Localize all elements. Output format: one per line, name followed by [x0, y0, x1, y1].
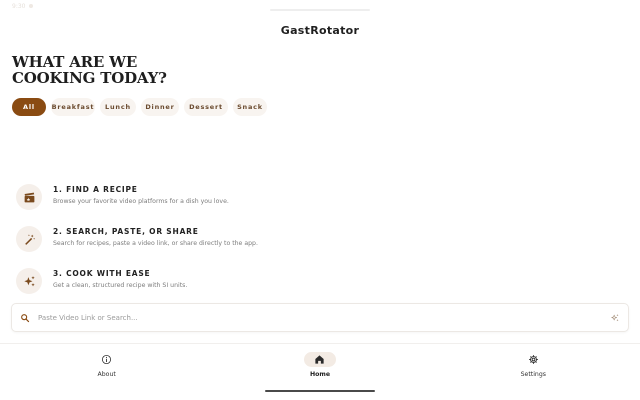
nav-label: Home [309, 371, 331, 378]
search-input[interactable] [38, 313, 610, 322]
status-dot [29, 4, 34, 8]
home-indicator [265, 390, 375, 392]
video-clapper-icon [16, 184, 42, 210]
top-drag-handle [270, 9, 370, 11]
step-item: 2. SEARCH, PASTE, OR SHARE Search for re… [16, 226, 416, 268]
info-icon [91, 352, 123, 367]
app-title: GastRotator [280, 24, 360, 37]
magic-wand-icon [16, 226, 42, 252]
chip-all[interactable]: All [12, 98, 46, 116]
step-title: 3. COOK WITH EASE [53, 269, 151, 278]
gear-icon [517, 352, 549, 367]
step-item: 1. FIND A RECIPE Browse your favorite vi… [16, 184, 416, 226]
step-description: Browse your favorite video platforms for… [53, 198, 229, 205]
chip-lunch[interactable]: Lunch [100, 98, 136, 116]
nav-settings[interactable]: Settings [427, 344, 640, 400]
step-description: Get a clean, structured recipe with SI u… [53, 282, 188, 289]
sparkles-icon [16, 268, 42, 294]
step-description: Search for recipes, paste a video link, … [53, 240, 258, 247]
nav-label: Settings [520, 371, 547, 378]
search-bar [11, 303, 629, 332]
search-icon[interactable] [20, 313, 30, 323]
category-chips: All Breakfast Lunch Dinner Dessert Snack [12, 98, 272, 116]
nav-about[interactable]: About [0, 344, 213, 400]
nav-label: About [97, 371, 116, 378]
status-time: 9:30 [12, 2, 26, 10]
chip-snack[interactable]: Snack [233, 98, 267, 116]
page-headline: WHAT ARE WE COOKING TODAY? [12, 53, 167, 87]
chip-dinner[interactable]: Dinner [141, 98, 179, 116]
step-title: 1. FIND A RECIPE [53, 185, 138, 194]
home-icon [303, 352, 336, 367]
chip-dessert[interactable]: Dessert [184, 98, 228, 116]
step-title: 2. SEARCH, PASTE, OR SHARE [53, 227, 199, 236]
ai-sparkle-icon[interactable] [610, 313, 620, 323]
how-it-works-steps: 1. FIND A RECIPE Browse your favorite vi… [16, 184, 416, 310]
chip-breakfast[interactable]: Breakfast [51, 98, 95, 116]
